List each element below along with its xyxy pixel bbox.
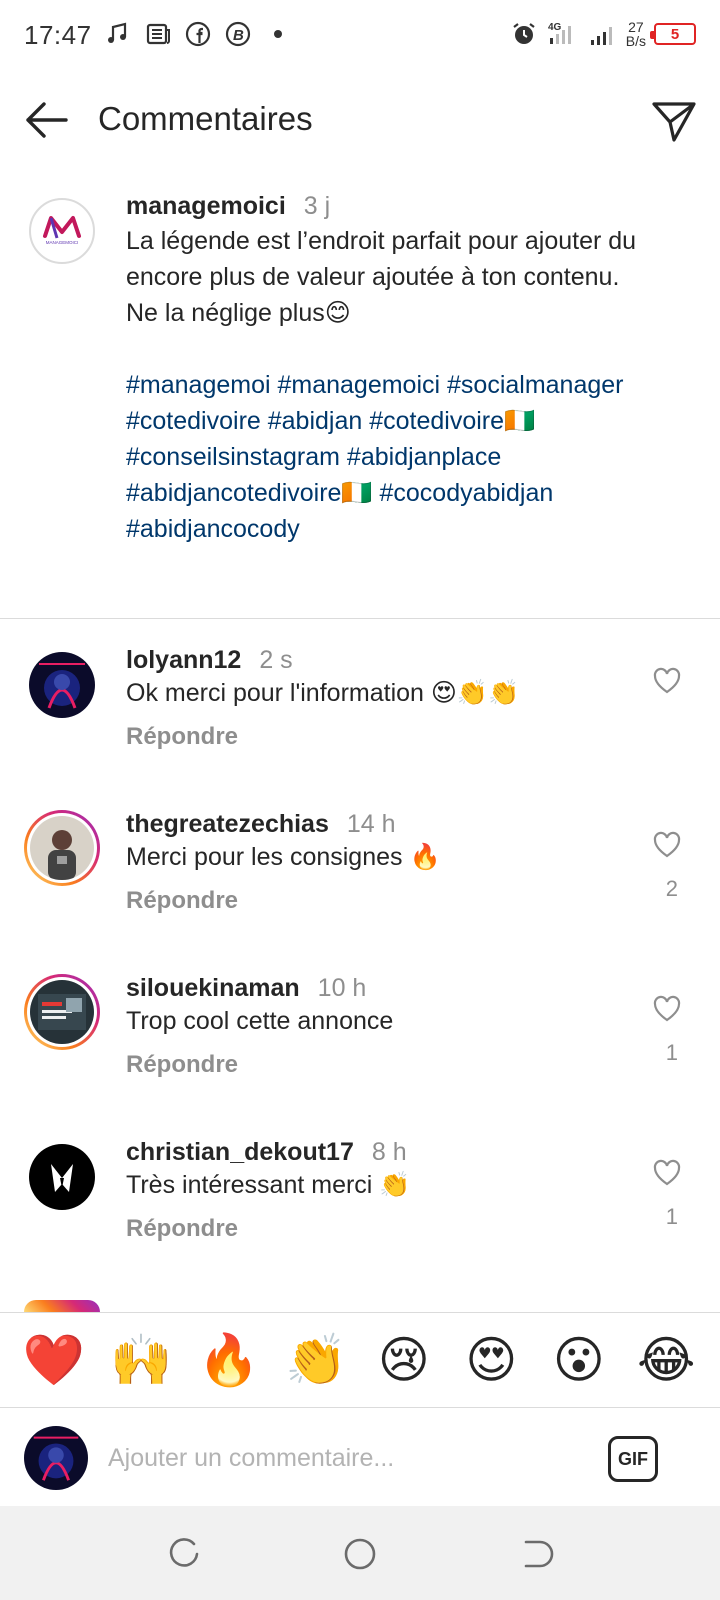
comment-header: silouekinaman 10 h (126, 974, 626, 1003)
like-count: 1 (665, 1204, 678, 1229)
heart-icon[interactable] (652, 1158, 682, 1188)
timestamp: 2 s (259, 646, 293, 674)
comment-item: silouekinaman 10 h Trop cool cette annonc… (0, 974, 720, 1134)
reaction-heart-eyes[interactable]: 😍 (453, 1330, 529, 1390)
network-label: 4G (548, 22, 562, 33)
caption-hashtags[interactable]: #managemoi #managemoici #socialmanager #… (126, 367, 646, 547)
notification-icons: B (104, 20, 292, 48)
avatar-art (29, 1144, 95, 1210)
reaction-raised-hands[interactable]: 🙌 (103, 1330, 179, 1390)
network-speed: 27 B/s (626, 20, 646, 48)
divider (0, 618, 720, 619)
avatar (30, 980, 94, 1044)
gif-button[interactable]: GIF (608, 1436, 658, 1482)
reaction-surprised[interactable]: 😮 (541, 1330, 617, 1390)
comment-text: Merci pour les consignes 🔥 (126, 843, 441, 871)
username[interactable]: lolyann12 (126, 646, 241, 674)
comment-text: Ok merci pour l'information 😍👏👏 (126, 679, 520, 707)
reply-button[interactable]: Répondre (126, 887, 626, 915)
comment-header: thegreatezechias 14 h (126, 810, 626, 839)
reply-button[interactable]: Répondre (126, 1215, 626, 1243)
comment-text: Trop cool cette annonce (126, 1007, 394, 1035)
svg-text:B: B (233, 27, 244, 44)
username[interactable]: managemoici (126, 192, 286, 220)
like-count: 2 (665, 876, 678, 901)
dot-icon (274, 30, 282, 38)
battery-level: 5 (670, 25, 680, 43)
username[interactable]: thegreatezechias (126, 810, 329, 838)
caption-text: La légende est l’endroit parfait pour aj… (126, 227, 637, 327)
caption-header: managemoici 3 j (126, 192, 646, 221)
comment-item: lolyann12 2 s Ok merci pour l'information… (0, 646, 720, 806)
heart-icon[interactable] (652, 666, 682, 696)
back-icon[interactable] (516, 1534, 556, 1574)
system-navigation-bar (0, 1506, 720, 1600)
timestamp: 8 h (371, 1138, 407, 1166)
comment-header: christian_dekout17 8 h (126, 1138, 626, 1167)
comment-body: thegreatezechias 14 h Merci pour les cons… (126, 810, 626, 915)
reaction-fire[interactable]: 🔥 (191, 1330, 267, 1390)
comment-item: christian_dekout17 8 h Très intéressant m… (0, 1138, 720, 1298)
facebook-icon (185, 21, 211, 47)
story-ring[interactable] (24, 974, 100, 1050)
username[interactable]: christian_dekout17 (126, 1138, 354, 1166)
news-icon (146, 23, 170, 45)
reaction-clap[interactable]: 👏 (278, 1330, 354, 1390)
send-icon[interactable] (648, 96, 698, 146)
header: Commentaires (0, 86, 720, 156)
signal-4g-icon: 4G (548, 22, 571, 44)
speed-value: 27 (628, 19, 644, 35)
story-ring (24, 1300, 100, 1312)
comment-body: silouekinaman 10 h Trop cool cette annonc… (126, 974, 626, 1079)
page-title: Commentaires (98, 100, 313, 137)
quick-reactions-bar: ❤️ 🙌 🔥 👏 😢 😍 😮 😂 (0, 1312, 720, 1408)
comment-composer: GIF (0, 1410, 720, 1506)
reply-button[interactable]: Répondre (126, 1051, 626, 1079)
bitcoin-icon: B (225, 21, 251, 47)
music-icon (108, 22, 127, 43)
status-bar: 17:47 B 4G 27 B/s 5 (0, 0, 720, 72)
avatar[interactable]: MANAGEMOICI (29, 198, 95, 264)
like-count: 1 (665, 1040, 678, 1065)
timestamp: 3 j (303, 192, 331, 220)
comment-input[interactable] (108, 1436, 588, 1480)
recent-apps-icon[interactable] (164, 1534, 204, 1574)
timestamp: 14 h (346, 810, 396, 838)
system-icons: 4G 27 B/s 5 (510, 20, 696, 48)
svg-text:MANAGEMOICI: MANAGEMOICI (46, 240, 79, 245)
avatar (30, 816, 94, 880)
speed-unit: B/s (625, 33, 646, 49)
status-time: 17:47 (24, 20, 92, 50)
comment-body: lolyann12 2 s Ok merci pour l'information… (126, 646, 626, 751)
avatar-art (29, 652, 95, 718)
signal-icon (590, 27, 612, 45)
timestamp: 10 h (317, 974, 367, 1002)
username[interactable]: silouekinaman (126, 974, 300, 1002)
reply-button[interactable]: Répondre (126, 723, 626, 751)
alarm-icon (513, 23, 535, 44)
comment-header: lolyann12 2 s (126, 646, 626, 675)
arrow-left-icon[interactable] (22, 98, 72, 142)
home-icon[interactable] (340, 1534, 380, 1574)
comment-text: Très intéressant merci 👏 (126, 1171, 411, 1199)
comment-body: christian_dekout17 8 h Très intéressant m… (126, 1138, 626, 1243)
heart-icon[interactable] (652, 994, 682, 1024)
managemoici-logo: MANAGEMOICI (43, 216, 81, 245)
avatar[interactable] (29, 652, 95, 718)
heart-icon[interactable] (652, 830, 682, 860)
reaction-heart[interactable]: ❤️ (16, 1330, 92, 1390)
comment-item: thegreatezechias 14 h Merci pour les cons… (0, 810, 720, 970)
story-ring[interactable] (24, 810, 100, 886)
avatar (24, 1426, 88, 1490)
avatar[interactable] (29, 1144, 95, 1210)
caption-body: managemoici 3 j La légende est l’endroit … (126, 192, 646, 547)
reaction-laughing[interactable]: 😂 (628, 1330, 704, 1390)
battery-indicator: 5 (650, 23, 696, 45)
reaction-crying[interactable]: 😢 (366, 1330, 442, 1390)
